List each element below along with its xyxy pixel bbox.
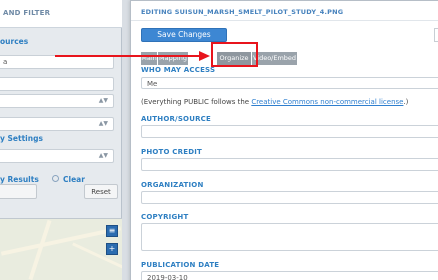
panel-title: EDITING SUISUN_MARSH_SMELT_PILOT_STUDY_4… [141,8,344,16]
organization-label: ORGANIZATION [141,181,204,189]
who-may-access-value: Me [147,80,158,88]
license-note-suffix: .) [403,98,409,106]
map-thumbnail[interactable]: ≡ + [0,218,122,280]
author-source-label: AUTHOR/SOURCE [141,115,212,123]
sidebar-select-2[interactable]: ▲▼ [0,117,114,131]
sidebar-label-sources: ources [0,37,29,46]
photo-credit-input[interactable] [141,158,438,171]
organization-input[interactable] [141,191,438,204]
who-may-access-label: WHO MAY ACCESS [141,66,216,74]
sidebar-select-3[interactable]: ▲▼ [0,149,114,163]
sidebar-field-2[interactable] [0,77,114,91]
divider [131,20,438,21]
map-layers-icon[interactable]: ≡ [106,225,118,237]
publication-date-input[interactable]: 2019-03-10 [141,271,438,280]
save-changes-button[interactable]: Save Changes [141,28,227,42]
map-zoom-in-icon[interactable]: + [106,243,118,255]
clear-label[interactable]: Clear [63,175,85,184]
filter-sidebar: AND FILTER ources a ▲▼ ▲▼ y Settings ▲▼ … [0,0,122,280]
panel-close-button[interactable] [434,28,438,42]
publication-date-label: PUBLICATION DATE [141,261,220,269]
clear-radio[interactable] [52,175,59,182]
sidebar-header: AND FILTER [0,0,122,28]
chevron-updown-icon: ▲▼ [98,120,108,127]
sidebar-select-1[interactable]: ▲▼ [0,94,114,108]
tab-video-embed[interactable]: Video/Embed [252,52,297,65]
sidebar-field-1[interactable]: a [0,55,114,69]
sidebar-title: AND FILTER [3,9,51,17]
annotation-arrow-line [55,55,200,57]
creative-commons-link[interactable]: Creative Commons non-commercial license [251,98,403,106]
annotation-highlight-box [211,42,258,67]
annotation-arrow-head [199,51,210,61]
tab-mapping[interactable]: Mapping [158,52,188,65]
copyright-textarea[interactable] [141,223,438,251]
tab-main[interactable]: Main [141,52,157,65]
reset-button[interactable]: Reset [84,184,118,199]
sidebar-field-1-value: a [3,58,8,66]
map-road [28,219,52,280]
edit-panel: EDITING SUISUN_MARSH_SMELT_PILOT_STUDY_4… [130,0,438,280]
license-note: (Everything PUBLIC follows the Creative … [141,98,408,106]
map-road [0,226,122,256]
license-note-prefix: (Everything PUBLIC follows the [141,98,252,106]
sidebar-results-label: y Results [0,175,39,184]
author-source-input[interactable] [141,125,438,138]
who-may-access-select[interactable]: Me [141,77,438,89]
copyright-label: COPYRIGHT [141,213,189,221]
publication-date-value: 2019-03-10 [147,274,188,280]
sidebar-apply-button[interactable] [0,184,37,199]
chevron-updown-icon: ▲▼ [98,97,108,104]
sidebar-label-settings: y Settings [0,134,43,143]
chevron-updown-icon: ▲▼ [98,152,108,159]
photo-credit-label: PHOTO CREDIT [141,148,203,156]
